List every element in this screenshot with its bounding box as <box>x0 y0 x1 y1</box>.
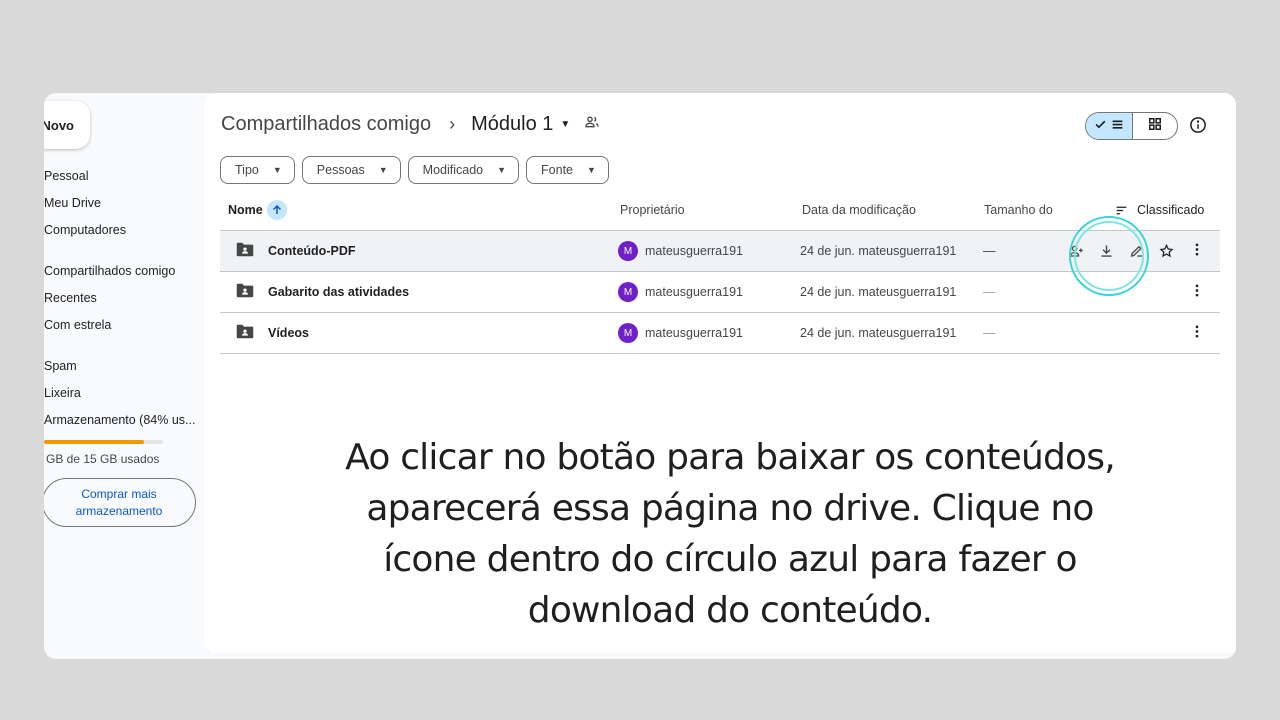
more-options-icon[interactable] <box>1189 283 1205 302</box>
column-header-owner[interactable]: Proprietário <box>620 196 685 224</box>
sidebar: Novo Pessoal Meu Drive Computadores Comp… <box>44 93 204 659</box>
file-name[interactable]: Gabarito das atividades <box>268 285 409 299</box>
modified-date: 24 de jun. mateusguerra191 <box>800 285 957 299</box>
caret-down-icon: ▼ <box>587 165 596 175</box>
file-name[interactable]: Vídeos <box>268 326 309 340</box>
file-list: Conteúdo-PDF M mateusguerra191 24 de jun… <box>220 230 1220 354</box>
filter-label: Tipo <box>235 163 259 177</box>
storage-usage-text: GB de 15 GB usados <box>46 452 160 466</box>
file-size: — <box>983 326 996 340</box>
new-button[interactable]: Novo <box>44 101 90 149</box>
sidebar-item-shared-with-me[interactable]: Compartilhados comigo <box>44 264 175 278</box>
caret-down-icon: ▼ <box>497 165 507 175</box>
breadcrumb-separator: › <box>449 114 456 134</box>
owner-name: mateusguerra191 <box>645 244 743 258</box>
filter-people[interactable]: Pessoas ▼ <box>301 156 401 184</box>
sort-label: Classificado <box>1137 203 1205 217</box>
caption-line: download do conteúdo. <box>527 590 933 631</box>
sort-lines-icon <box>1115 204 1128 217</box>
caption-line: ícone dentro do círculo azul para fazer … <box>383 539 1077 580</box>
check-icon <box>1094 118 1107 134</box>
more-options-icon[interactable] <box>1189 242 1205 261</box>
filter-type[interactable]: Tipo ▼ <box>220 156 295 184</box>
table-row[interactable]: Vídeos M mateusguerra191 24 de jun. mate… <box>220 313 1220 354</box>
sidebar-item-starred[interactable]: Com estrela <box>44 318 111 332</box>
owner-name: mateusguerra191 <box>645 326 743 340</box>
caret-down-icon: ▼ <box>272 165 282 175</box>
breadcrumb-current[interactable]: Módulo 1 <box>471 113 553 136</box>
table-row[interactable]: Conteúdo-PDF M mateusguerra191 24 de jun… <box>220 231 1220 272</box>
owner-name: mateusguerra191 <box>645 285 743 299</box>
sort-ascending-icon[interactable] <box>266 200 287 220</box>
modified-date: 24 de jun. mateusguerra191 <box>800 326 957 340</box>
column-header-size[interactable]: Tamanho do <box>984 196 1053 224</box>
grid-view-button[interactable] <box>1133 113 1177 139</box>
share-icon[interactable] <box>1068 244 1085 259</box>
column-header-name-label: Nome <box>228 203 263 217</box>
filter-label: Pessoas <box>316 163 365 177</box>
caret-down-icon: ▼ <box>378 165 388 175</box>
breadcrumb: Compartilhados comigo › Módulo 1 ▼ <box>221 113 600 136</box>
breadcrumb-parent[interactable]: Compartilhados comigo <box>221 113 431 136</box>
caret-down-icon[interactable]: ▼ <box>560 119 570 130</box>
table-row[interactable]: Gabarito das atividades M mateusguerra19… <box>220 272 1220 313</box>
rename-icon[interactable] <box>1128 244 1145 259</box>
storage-progress-fill <box>44 440 144 444</box>
filter-label: Modificado <box>422 163 484 177</box>
list-icon <box>1111 118 1124 134</box>
view-toggle <box>1085 112 1178 140</box>
filter-label: Fonte <box>541 163 573 177</box>
owner-avatar: M <box>618 282 638 302</box>
download-icon[interactable] <box>1098 244 1115 259</box>
storage-progress-bar <box>44 440 163 444</box>
caption-line: aparecerá essa página no drive. Clique n… <box>366 488 1094 529</box>
file-size: — <box>983 285 996 299</box>
tutorial-caption: Ao clicar no botão para baixar os conteú… <box>300 432 1160 636</box>
shared-folder-icon <box>236 324 254 342</box>
info-icon[interactable] <box>1189 116 1207 139</box>
sidebar-item-my-drive[interactable]: Meu Drive <box>44 196 101 210</box>
owner-avatar: M <box>618 323 638 343</box>
star-icon[interactable] <box>1158 243 1175 259</box>
new-button-label: Novo <box>44 117 74 133</box>
sidebar-item-recent[interactable]: Recentes <box>44 291 97 305</box>
list-view-button[interactable] <box>1086 113 1133 139</box>
buy-storage-button[interactable]: Comprar mais armazenamento <box>44 478 196 527</box>
file-name[interactable]: Conteúdo-PDF <box>268 244 355 258</box>
filter-source[interactable]: Fonte ▼ <box>526 156 609 184</box>
filter-modified[interactable]: Modificado ▼ <box>407 156 520 184</box>
sidebar-item-storage[interactable]: Armazenamento (84% us... <box>44 413 195 427</box>
filter-bar: Tipo ▼ Pessoas ▼ Modificado ▼ Fonte ▼ <box>220 156 609 184</box>
buy-storage-label-line2: armazenamento <box>75 503 163 518</box>
shared-folder-icon <box>584 113 600 136</box>
column-header-modified[interactable]: Data da modificação <box>802 196 916 224</box>
shared-folder-icon <box>236 242 254 260</box>
caption-line: Ao clicar no botão para baixar os conteú… <box>345 437 1116 478</box>
sidebar-item-personal[interactable]: Pessoal <box>44 169 88 183</box>
buy-storage-label-line1: Comprar mais <box>81 486 157 501</box>
owner-avatar: M <box>618 241 638 261</box>
sort-options-button[interactable]: Classificado <box>1115 196 1204 224</box>
shared-folder-icon <box>236 283 254 301</box>
column-header-name[interactable]: Nome <box>228 196 287 224</box>
more-options-icon[interactable] <box>1189 324 1205 343</box>
sidebar-item-trash[interactable]: Lixeira <box>44 386 81 400</box>
row-actions <box>1068 243 1175 259</box>
sidebar-item-spam[interactable]: Spam <box>44 359 77 373</box>
grid-icon <box>1148 117 1162 136</box>
sidebar-item-computers[interactable]: Computadores <box>44 223 126 237</box>
modified-date: 24 de jun. mateusguerra191 <box>800 244 957 258</box>
file-size: — <box>983 244 996 258</box>
